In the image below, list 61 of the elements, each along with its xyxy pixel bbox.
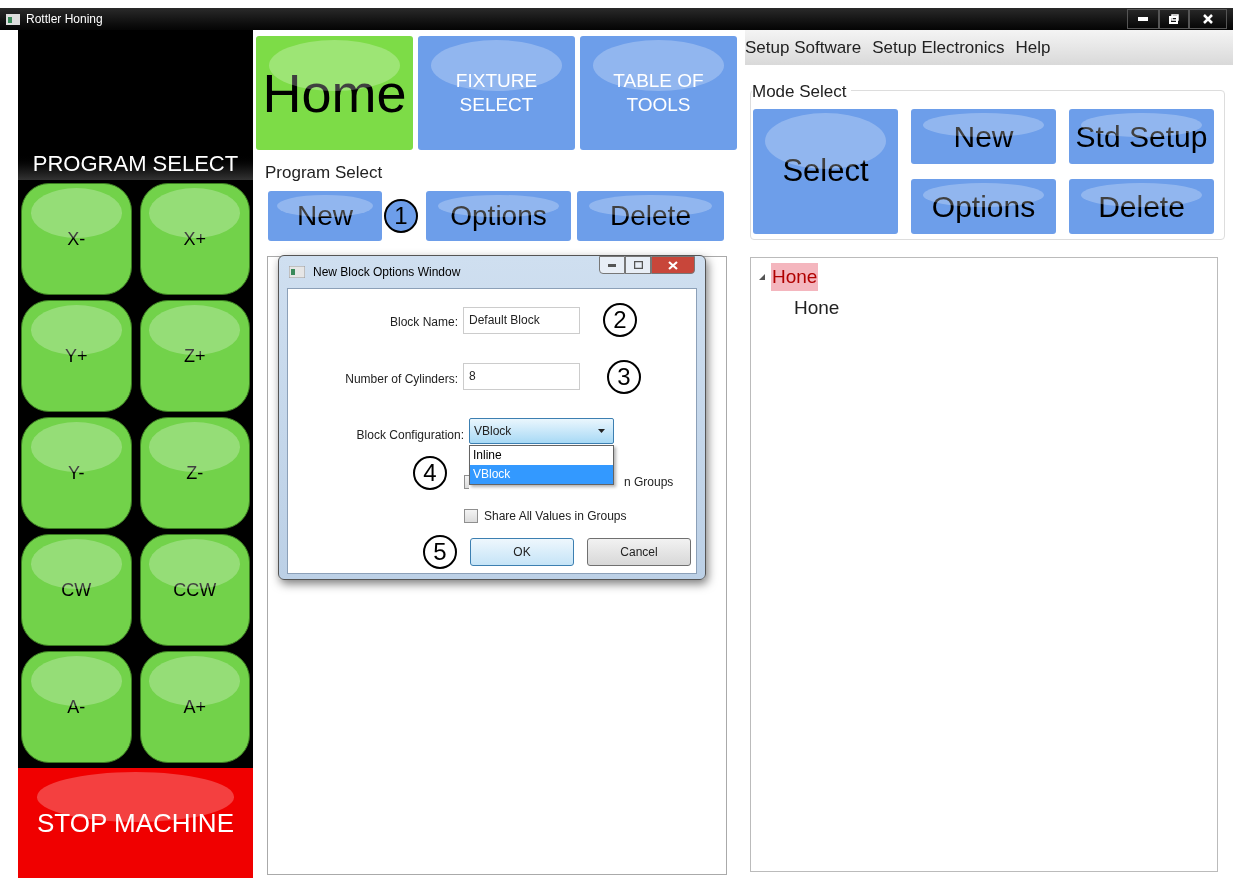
mode-button[interactable]: Std Setup: [1069, 108, 1214, 164]
dropdown-option[interactable]: Inline: [470, 446, 613, 465]
step-number-callout: 1: [384, 198, 418, 233]
cancel-button[interactable]: Cancel: [587, 538, 691, 566]
maximize-icon: [633, 261, 643, 269]
checkbox[interactable]: [464, 475, 469, 489]
step-number-callout: 3: [607, 360, 641, 394]
dialog-title: New Block Options Window: [313, 264, 461, 281]
ok-button[interactable]: OK: [470, 538, 574, 566]
tab[interactable]: Home: [256, 36, 413, 150]
tree-item[interactable]: Hone: [771, 262, 819, 292]
step-number-callout: 4: [413, 456, 447, 490]
dropdown-arrow-icon: [598, 429, 605, 433]
checkbox[interactable]: [464, 509, 478, 523]
maximize-button[interactable]: [1159, 9, 1189, 29]
app-icon: [289, 266, 305, 278]
tree-item[interactable]: Hone: [793, 293, 841, 323]
mode-button[interactable]: New: [911, 108, 1056, 164]
program-delete-button[interactable]: Delete: [577, 190, 724, 241]
jog-button[interactable]: A+: [139, 651, 250, 763]
program-new-button[interactable]: New: [268, 190, 382, 241]
mode-button[interactable]: Options: [911, 178, 1056, 234]
jog-button[interactable]: CCW: [139, 534, 250, 646]
jog-button[interactable]: X-: [21, 183, 132, 295]
block-configuration-dropdown[interactable]: VBlock: [469, 418, 614, 444]
menu-item[interactable]: Setup Software: [745, 34, 863, 61]
block-name-field[interactable]: Default Block: [463, 307, 580, 334]
stop-machine-button[interactable]: STOP MACHINE: [18, 768, 253, 878]
minimize-button[interactable]: [1127, 9, 1159, 29]
restore-icon: [1169, 14, 1179, 24]
menu-item[interactable]: Setup Electronics: [871, 34, 1006, 61]
app-icon: [6, 13, 20, 25]
jog-button[interactable]: Y-: [21, 417, 132, 529]
jog-button[interactable]: Z-: [139, 417, 250, 529]
collapse-arrow-icon[interactable]: [759, 274, 765, 280]
close-icon: [668, 260, 678, 270]
jog-button[interactable]: A-: [21, 651, 132, 763]
step-number-callout: 5: [423, 535, 457, 569]
cylinders-field[interactable]: 8: [463, 363, 580, 390]
maximize-button[interactable]: [625, 256, 651, 274]
menu-item[interactable]: Help: [1014, 34, 1052, 61]
checkbox-label: Share All Values in Groups: [484, 508, 627, 525]
checkbox-label: n Groups: [624, 474, 674, 491]
field-label: Number of Cylinders:: [344, 371, 458, 388]
field-label: Block Configuration:: [355, 427, 464, 444]
mode-button[interactable]: Select: [753, 108, 898, 234]
jog-button[interactable]: Z+: [139, 300, 250, 412]
minimize-icon: [608, 263, 616, 267]
section-label: Program Select: [265, 162, 384, 184]
jog-button[interactable]: Y+: [21, 300, 132, 412]
close-icon: [1203, 14, 1213, 24]
jog-button[interactable]: CW: [21, 534, 132, 646]
window-title: Rottler Honing: [26, 11, 103, 28]
minimize-icon: [1138, 17, 1148, 21]
close-button[interactable]: [1189, 9, 1227, 29]
program-options-button[interactable]: Options: [426, 190, 571, 241]
jog-button[interactable]: X+: [139, 183, 250, 295]
minimize-button[interactable]: [599, 256, 625, 274]
step-number-callout: 2: [603, 303, 637, 337]
field-label: Block Name:: [388, 314, 458, 331]
mode-button[interactable]: Delete: [1069, 178, 1214, 234]
